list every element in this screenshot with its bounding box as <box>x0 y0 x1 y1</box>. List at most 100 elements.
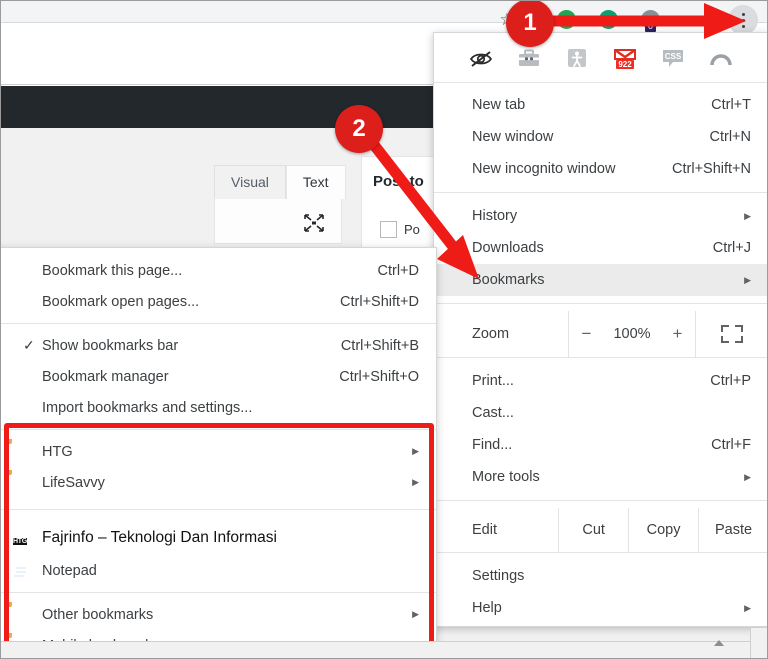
menu-item-label: Bookmark this page... <box>42 262 183 279</box>
menu-item-label: History <box>472 208 518 224</box>
menu-item-label: New tab <box>472 97 526 113</box>
menu-separator <box>1 509 436 510</box>
menu-item-label: New incognito window <box>472 161 616 177</box>
tab-text[interactable]: Text <box>285 165 346 199</box>
bookmark-folder-lifesavvy[interactable]: LifeSavvy ▶ <box>1 467 436 498</box>
menu-item-new-tab[interactable]: New tab Ctrl+T <box>434 89 767 121</box>
fullscreen-button[interactable] <box>696 311 767 357</box>
fullscreen-icon <box>721 325 743 343</box>
menu-item-history[interactable]: History ▶ <box>434 200 767 232</box>
post-panel-title: Post to <box>373 173 424 190</box>
gmail-unread-count: 922 <box>618 60 632 69</box>
chevron-right-icon: ▶ <box>744 274 751 285</box>
menu-item-label: LifeSavvy <box>42 474 105 491</box>
tab-visual[interactable]: Visual <box>214 165 286 199</box>
menu-item-accel: Ctrl+T <box>711 97 751 113</box>
vertical-scrollbar[interactable] <box>750 628 767 658</box>
bookmark-item-bookmark-this-page[interactable]: Bookmark this page... Ctrl+D <box>1 255 436 286</box>
scroll-up-arrow-icon[interactable] <box>714 640 724 646</box>
menu-item-cast[interactable]: Cast... <box>434 397 767 429</box>
menu-item-new-window[interactable]: New window Ctrl+N <box>434 121 767 153</box>
bookmark-link-notepad[interactable]: Notepad <box>1 555 436 586</box>
menu-extension-icon-row: 922 CSS <box>434 33 767 83</box>
menu-item-print[interactable]: Print... Ctrl+P <box>434 365 767 397</box>
css-viewer-icon[interactable]: CSS <box>660 45 686 71</box>
bookmark-folder-htg[interactable]: HTG ▶ <box>1 436 436 467</box>
menu-item-new-incognito-window[interactable]: New incognito window Ctrl+Shift+N <box>434 153 767 185</box>
bookmark-link-fajrinfo[interactable]: HTG Fajrinfo – Teknologi Dan Informasi <box>1 521 436 555</box>
menu-item-label: Bookmark open pages... <box>42 293 200 310</box>
menu-item-label: Settings <box>472 568 525 584</box>
editor-mode-tabs[interactable]: Visual Text <box>214 165 346 199</box>
menu-item-label: Downloads <box>472 240 544 256</box>
zoom-in-button[interactable]: + <box>673 324 683 344</box>
menu-item-accel: Ctrl+F <box>711 437 751 453</box>
post-checkbox-label: Po <box>404 222 420 237</box>
menu-group-tools: Print... Ctrl+P Cast... Find... Ctrl+F M… <box>434 365 767 493</box>
menu-edit-row[interactable]: Edit Cut Copy Paste <box>434 508 767 552</box>
bookmarks-submenu[interactable]: Bookmark this page... Ctrl+D Bookmark op… <box>1 247 437 658</box>
chevron-right-icon: ▶ <box>412 477 419 487</box>
menu-separator <box>434 192 767 193</box>
bookmark-item-bookmark-open-pages[interactable]: Bookmark open pages... Ctrl+Shift+D <box>1 286 436 317</box>
menu-separator <box>434 552 767 553</box>
menu-item-label: HTG <box>42 443 73 460</box>
copy-button[interactable]: Copy <box>628 508 698 552</box>
folder-icon <box>13 444 31 460</box>
gmail-envelope-icon[interactable]: 922 <box>612 45 638 71</box>
menu-item-more-tools[interactable]: More tools ▶ <box>434 461 767 493</box>
menu-group-browse: History ▶ Downloads Ctrl+J Bookmarks ▶ <box>434 200 767 296</box>
menu-item-label: Show bookmarks bar <box>42 337 179 354</box>
menu-separator <box>434 500 767 501</box>
zoom-controls[interactable]: − 100% + <box>568 311 696 357</box>
chrome-main-menu[interactable]: 922 CSS New tab Ctrl+T New window Ctrl+N… <box>433 32 767 627</box>
menu-item-find[interactable]: Find... Ctrl+F <box>434 429 767 461</box>
menu-item-bookmarks[interactable]: Bookmarks ▶ <box>434 264 767 296</box>
menu-separator <box>434 303 767 304</box>
menu-item-help[interactable]: Help ▶ <box>434 592 767 624</box>
menu-item-label: Bookmarks <box>472 272 545 288</box>
browser-screenshot: Visual Text Post to Po ☆ 0 <box>0 0 768 659</box>
arc-extension-icon[interactable] <box>708 45 734 71</box>
menu-item-accel: Ctrl+Shift+N <box>672 161 751 177</box>
menu-item-label: Notepad <box>42 562 97 579</box>
menu-item-label: Bookmark manager <box>42 368 169 385</box>
zoom-out-button[interactable]: − <box>582 324 592 344</box>
paste-button[interactable]: Paste <box>698 508 767 552</box>
adblock-eye-icon[interactable] <box>468 45 494 71</box>
toolbox-icon[interactable] <box>516 45 542 71</box>
distraction-free-icon[interactable] <box>302 212 326 234</box>
bookmark-item-show-bookmarks-bar[interactable]: ✓ Show bookmarks bar Ctrl+Shift+B <box>1 330 436 361</box>
bookmark-item-import-bookmarks-and-settings[interactable]: Import bookmarks and settings... <box>1 392 436 423</box>
chevron-right-icon: ▶ <box>744 210 751 221</box>
bookmark-folder-other-bookmarks[interactable]: Other bookmarks ▶ <box>1 599 436 630</box>
extension-teal-icon[interactable] <box>599 10 618 29</box>
menu-item-downloads[interactable]: Downloads Ctrl+J <box>434 232 767 264</box>
chevron-right-icon: ▶ <box>744 471 751 482</box>
menu-zoom-row[interactable]: Zoom − 100% + <box>434 311 767 357</box>
menu-item-label: New window <box>472 129 554 145</box>
bookmark-item-bookmark-manager[interactable]: Bookmark manager Ctrl+Shift+O <box>1 361 436 392</box>
notepad-favicon-icon <box>13 563 31 579</box>
menu-item-accel: Ctrl+N <box>709 129 752 145</box>
accessibility-person-icon[interactable] <box>564 45 590 71</box>
menu-item-accel: Ctrl+Shift+D <box>340 293 419 310</box>
three-dot-menu-button[interactable] <box>728 5 758 35</box>
cut-button[interactable]: Cut <box>558 508 628 552</box>
extension-green-icon[interactable] <box>557 10 576 29</box>
menu-item-label: Print... <box>472 373 514 389</box>
folder-icon <box>13 475 31 491</box>
menu-item-label: Import bookmarks and settings... <box>42 399 253 416</box>
zoom-label: Zoom <box>472 326 510 342</box>
menu-item-label: More tools <box>472 469 540 485</box>
post-checkbox[interactable] <box>380 221 397 238</box>
svg-text:CSS: CSS <box>665 52 682 61</box>
menu-separator <box>1 592 436 593</box>
horizontal-scrollbar[interactable] <box>1 641 767 658</box>
chevron-right-icon: ▶ <box>412 609 419 619</box>
menu-item-accel: Ctrl+J <box>712 240 751 256</box>
extension-badge-count: 0 <box>645 21 657 32</box>
chevron-right-icon: ▶ <box>744 602 751 613</box>
menu-group-new: New tab Ctrl+T New window Ctrl+N New inc… <box>434 83 767 185</box>
menu-item-settings[interactable]: Settings <box>434 560 767 592</box>
